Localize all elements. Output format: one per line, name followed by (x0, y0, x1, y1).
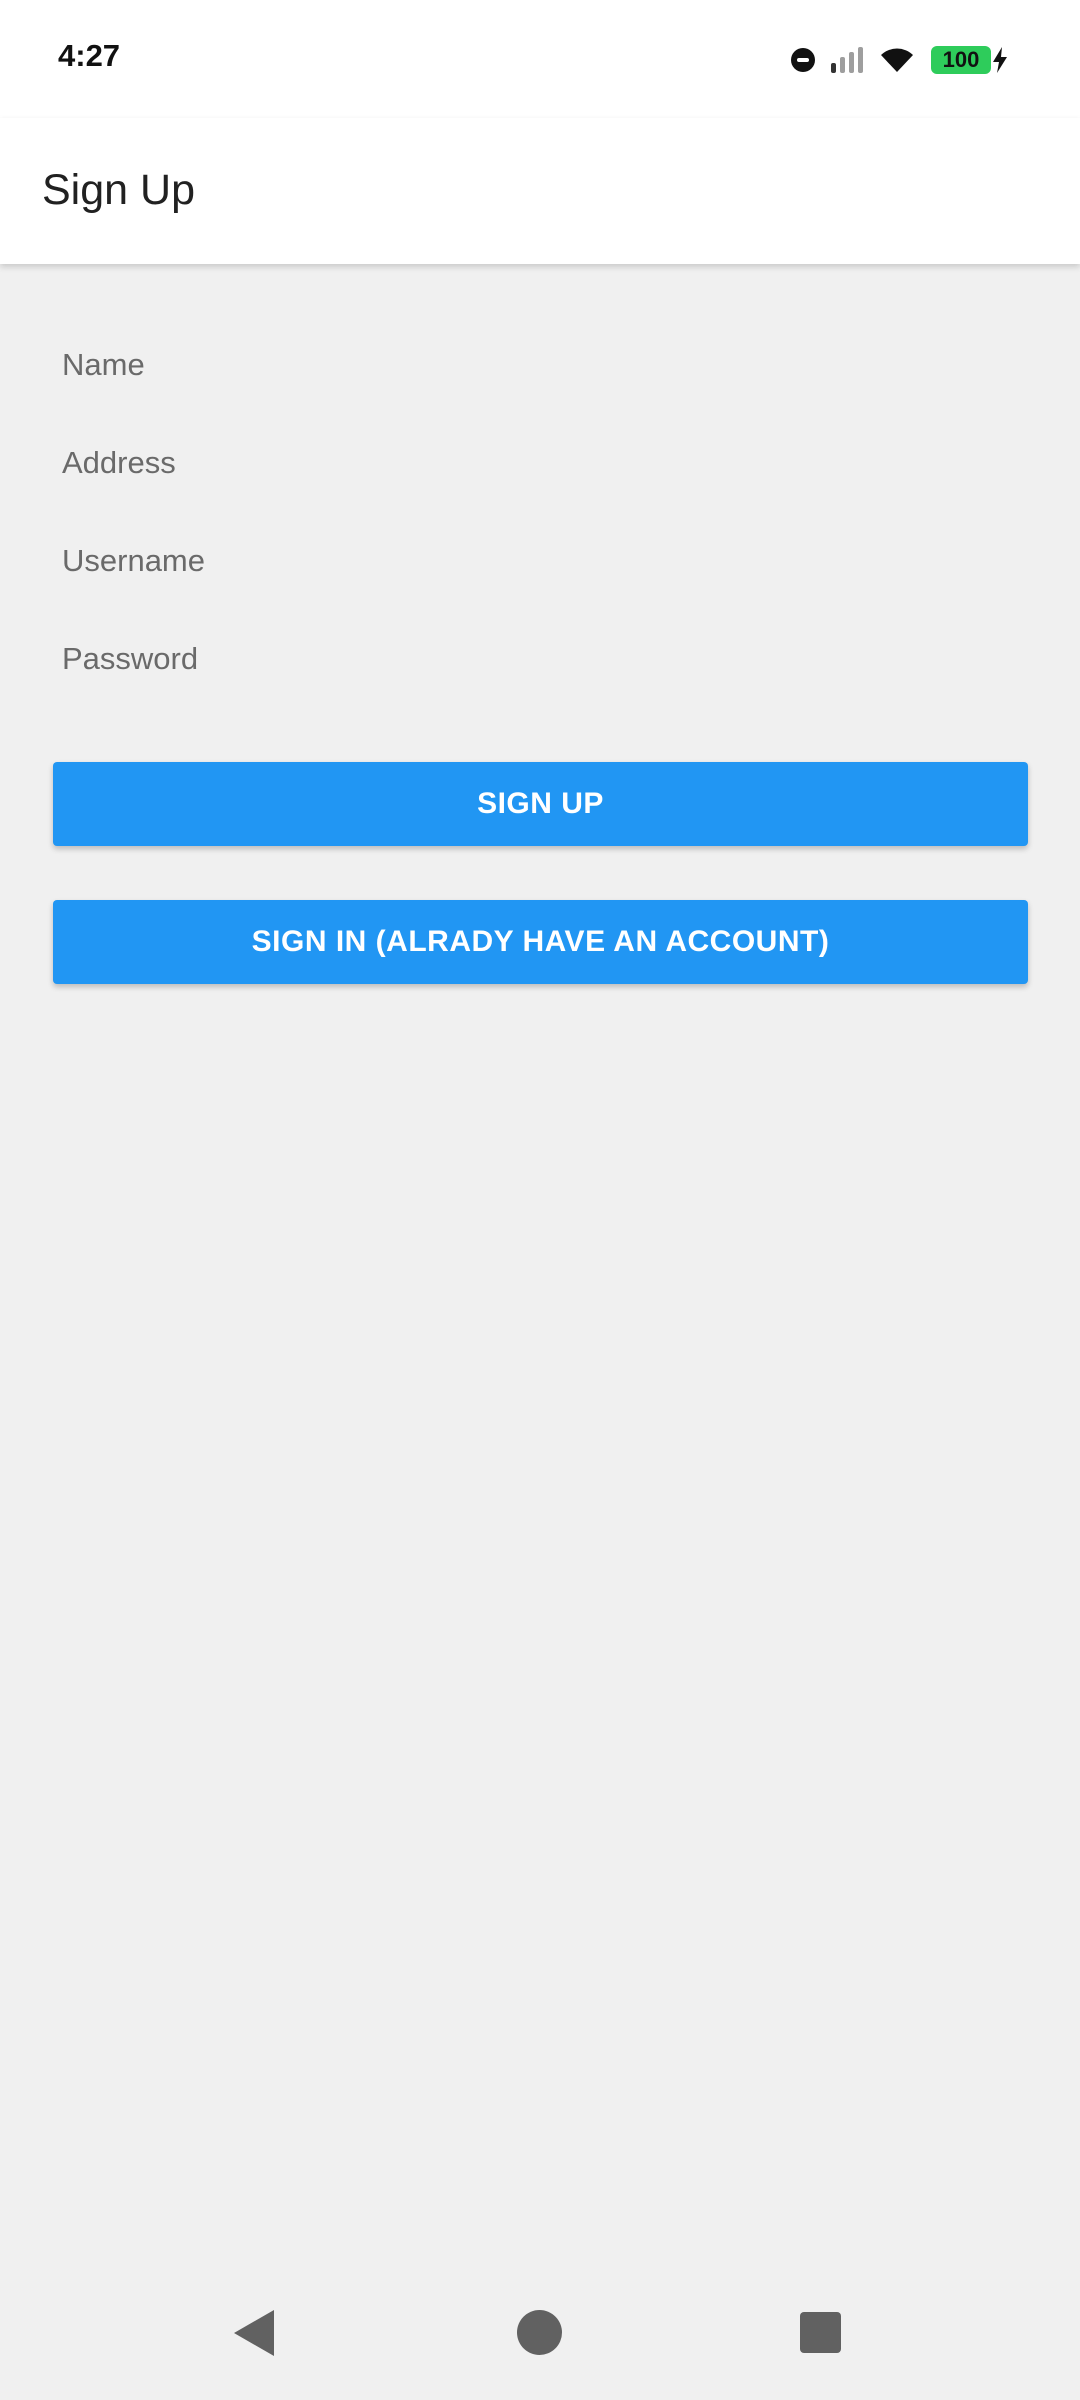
status-icons: 100 (791, 40, 1008, 80)
battery-level: 100 (931, 46, 991, 74)
signal-icon (831, 47, 863, 73)
sign-up-button[interactable]: SIGN UP (53, 762, 1028, 846)
navigation-bar (0, 2250, 1080, 2400)
name-field-container (62, 335, 1022, 395)
battery-icon: 100 (931, 46, 1008, 74)
address-field[interactable] (62, 445, 1022, 481)
address-field-container (62, 433, 1022, 493)
password-field[interactable] (62, 641, 1022, 677)
username-field[interactable] (62, 543, 1022, 579)
password-field-container (62, 629, 1022, 689)
sign-in-button[interactable]: SIGN IN (ALRADY HAVE AN ACCOUNT) (53, 900, 1028, 984)
page-title: Sign Up (42, 166, 195, 214)
charging-bolt-icon (993, 47, 1007, 73)
username-field-container (62, 531, 1022, 591)
status-bar: 4:27 100 (0, 0, 1080, 118)
wifi-icon (881, 48, 913, 72)
name-field[interactable] (62, 347, 1022, 383)
recents-icon[interactable] (800, 2312, 841, 2353)
status-time: 4:27 (58, 38, 121, 73)
app-bar: Sign Up (0, 118, 1080, 264)
home-icon[interactable] (517, 2310, 562, 2355)
do-not-disturb-icon (791, 48, 815, 72)
back-icon[interactable] (234, 2310, 274, 2356)
